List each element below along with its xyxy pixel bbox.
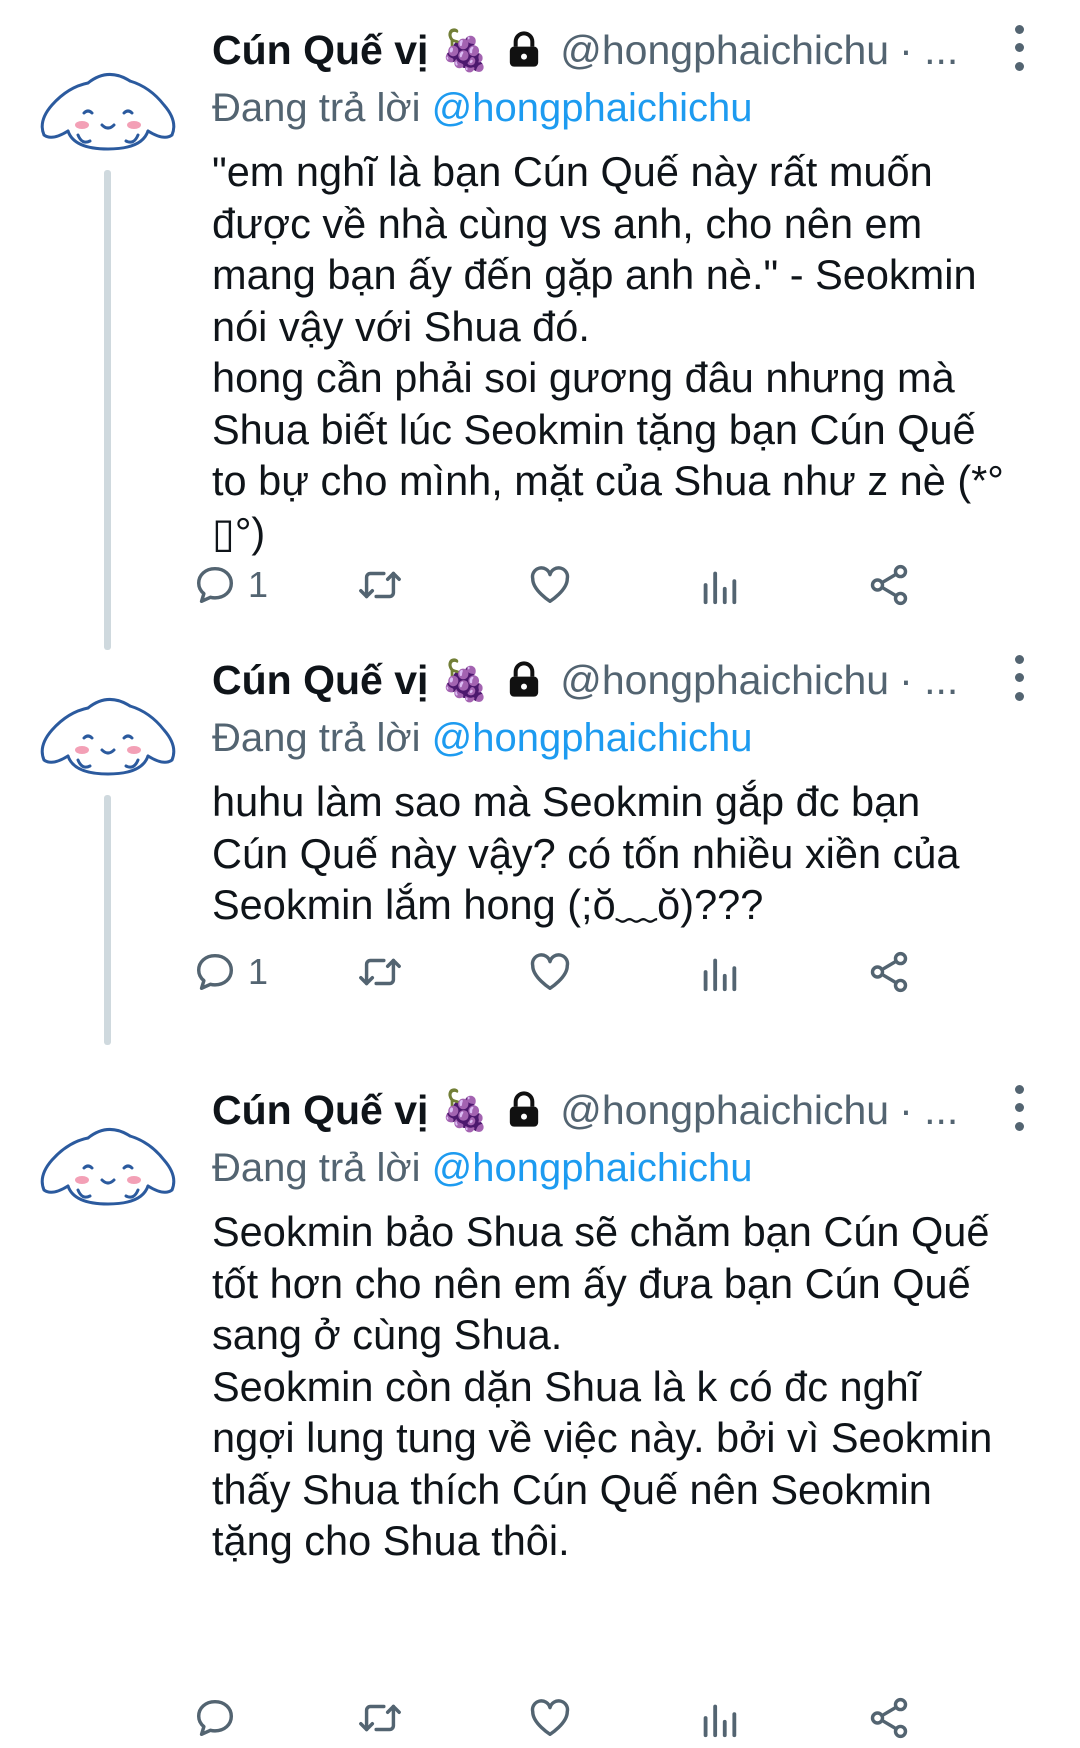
timestamp-dot: · ... [899,656,959,703]
more-options-icon[interactable] [1004,650,1034,706]
reply-icon [196,566,234,604]
like-icon [530,953,570,991]
tweet-text: Seokmin bảo Shua sẽ chăm bạn Cún Quế tốt… [212,1208,993,1564]
lock-icon [504,1090,544,1130]
like-button[interactable] [527,1695,573,1741]
share-button[interactable] [866,949,912,995]
tweet-text: huhu làm sao mà Seokmin gắp đc bạn Cún Q… [212,778,960,928]
retweet-button[interactable] [357,1695,403,1741]
share-icon [870,1697,908,1739]
share-icon [870,564,908,606]
reply-button[interactable]: 1 [192,949,268,995]
reply-icon [196,953,234,991]
retweet-button[interactable] [357,949,403,995]
replying-to: Đang trả lời @hongphaichichu [212,1140,1040,1196]
like-icon [530,1699,570,1737]
retweet-icon [359,571,401,599]
author-handle[interactable]: @hongphaichichu [560,1087,889,1134]
cinnamoroll-avatar-icon [40,1128,176,1206]
analytics-button[interactable] [696,949,742,995]
replying-to-handle[interactable]: @hongphaichichu [432,86,753,130]
timestamp-dot: · ... [899,1086,959,1133]
grapes-emoji: 🍇 [440,1088,491,1133]
replying-to-handle[interactable]: @hongphaichichu [432,716,753,760]
replying-to-label: Đang trả lời [212,716,432,760]
retweet-button[interactable] [357,562,403,608]
author-name[interactable]: Cún Quế vị [212,27,428,74]
author-handle[interactable]: @hongphaichichu [560,657,889,704]
share-button[interactable] [866,562,912,608]
analytics-button[interactable] [696,562,742,608]
grapes-emoji: 🍇 [440,28,491,73]
author-handle[interactable]: @hongphaichichu [560,27,889,74]
tweet-actions: 1 [196,555,1032,615]
tweet-text: "em nghĩ là bạn Cún Quế này rất muốn đượ… [212,148,1004,556]
thread-line [104,170,111,650]
cinnamoroll-avatar-icon [40,73,176,151]
reply-button[interactable]: 1 [192,562,268,608]
grapes-emoji: 🍇 [440,658,491,703]
avatar[interactable] [38,690,178,780]
retweet-icon [359,958,401,986]
share-icon [870,951,908,993]
thread-line [104,795,111,1045]
replying-to-handle[interactable]: @hongphaichichu [432,1146,753,1190]
analytics-button[interactable] [696,1695,742,1741]
lock-icon [504,660,544,700]
replying-to: Đang trả lời @hongphaichichu [212,80,1040,136]
analytics-icon [703,1704,737,1738]
more-options-icon[interactable] [1004,1080,1034,1136]
like-icon [530,566,570,604]
analytics-icon [703,958,737,992]
replying-to-label: Đang trả lời [212,86,432,130]
replying-to-label: Đang trả lời [212,1146,432,1190]
analytics-icon [703,571,737,605]
reply-icon [196,1699,234,1737]
share-button[interactable] [866,1695,912,1741]
author-name[interactable]: Cún Quế vị [212,1087,428,1134]
like-button[interactable] [527,562,573,608]
avatar[interactable] [38,1120,178,1210]
avatar[interactable] [38,65,178,155]
retweet-icon [359,1704,401,1732]
tweet-actions: 1 [196,942,1032,1002]
reply-count: 1 [248,951,269,992]
like-button[interactable] [527,949,573,995]
more-options-icon[interactable] [1004,20,1034,76]
lock-icon [504,30,544,70]
tweet-actions [196,1688,1032,1748]
reply-count: 1 [248,564,269,605]
cinnamoroll-avatar-icon [40,698,176,776]
replying-to: Đang trả lời @hongphaichichu [212,710,1040,766]
author-name[interactable]: Cún Quế vị [212,657,428,704]
reply-button[interactable] [192,1695,248,1741]
timestamp-dot: · ... [899,26,959,73]
